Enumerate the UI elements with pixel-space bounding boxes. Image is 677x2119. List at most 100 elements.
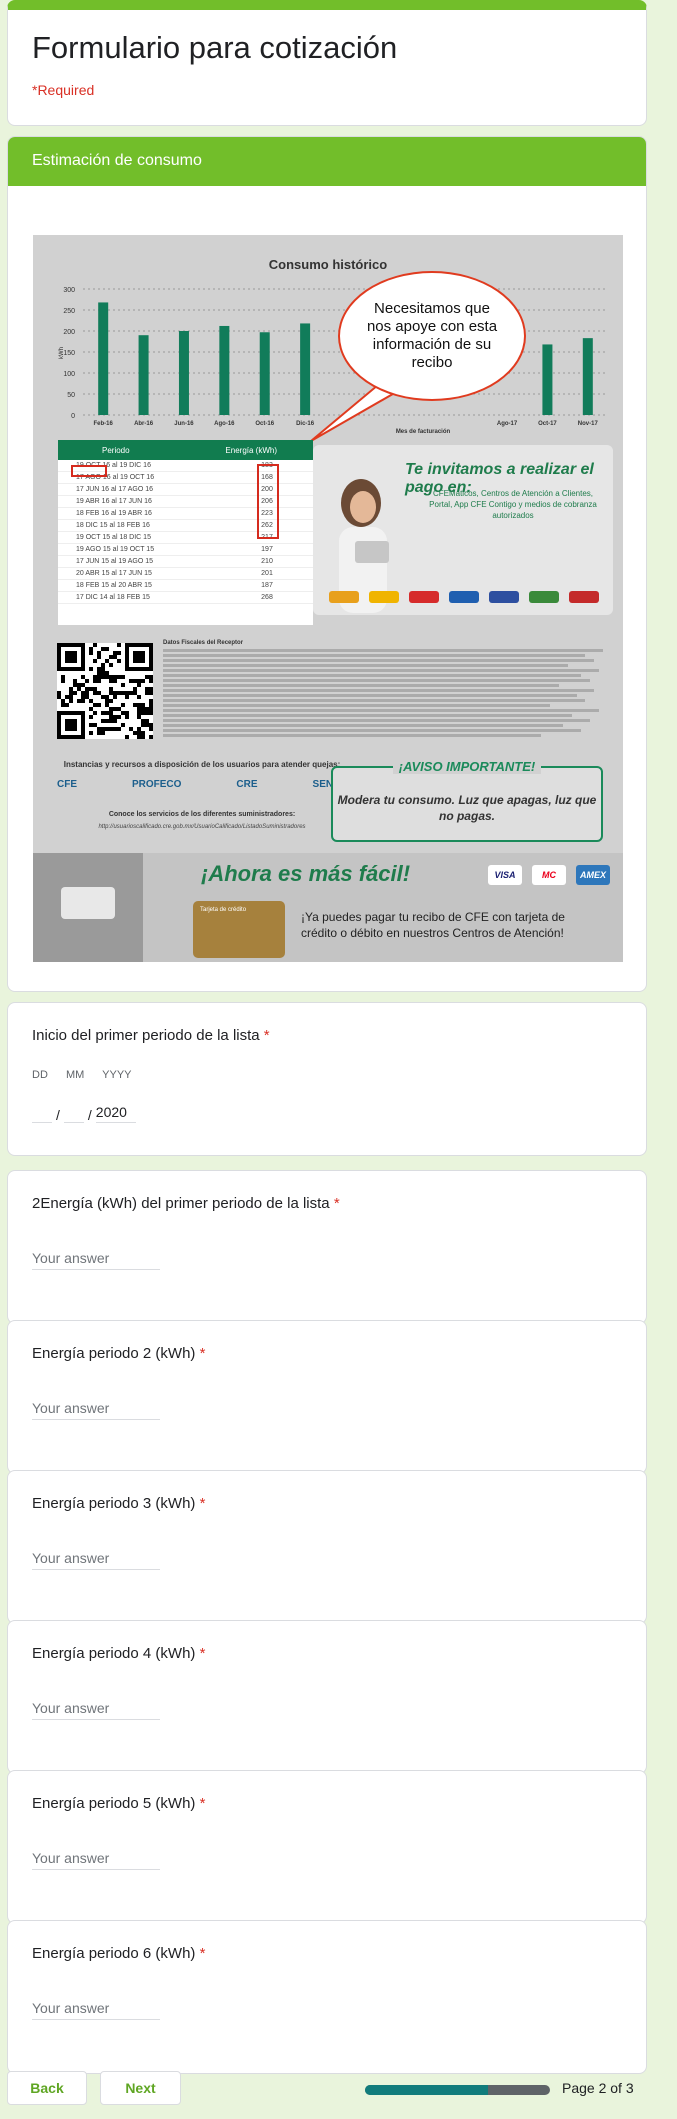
speech-bubble: Necesitamos que nos apoye con esta infor… (338, 271, 526, 401)
qr-module (81, 691, 85, 695)
qr-module (101, 711, 105, 715)
year-label: YYYY (102, 1069, 132, 1081)
energy-highlight (257, 464, 279, 539)
receipt-image: 300 250 200 150 100 50 0 kWh Feb-16 Abr-16 Jun-16 A… (33, 235, 623, 962)
fiscal-text-line (163, 684, 559, 687)
qr-module (145, 711, 149, 715)
next-button[interactable]: Next (100, 2071, 181, 2105)
qr-module (121, 675, 125, 679)
question-title-text: Inicio del primer periodo de la lista (32, 1027, 260, 1044)
qr-module (137, 735, 141, 739)
qr-module (113, 719, 117, 723)
form-header-card: Formulario para cotización *Required (7, 0, 647, 126)
qr-module (65, 703, 69, 707)
qr-module (113, 695, 117, 699)
qr-module (137, 727, 141, 731)
fiscal-text-line (163, 694, 577, 697)
period-cell: 17 DIC 14 al 18 FEB 15 (76, 594, 150, 601)
question-title: 2Energía (kWh) del primer periodo de la … (32, 1195, 340, 1212)
qr-module (109, 707, 113, 711)
section-title: Estimación de consumo (8, 137, 646, 186)
question-card-energy-6: Energía periodo 6 (kWh) * Your answer (7, 1920, 647, 2074)
required-star: * (199, 1345, 206, 1362)
qr-module (137, 731, 141, 735)
answer-input[interactable]: Your answer (32, 1544, 160, 1570)
period-cell: 18 FEB 15 al 20 ABR 15 (76, 582, 152, 589)
qr-module (109, 687, 113, 691)
fiscal-text-line (163, 649, 603, 652)
qr-module (109, 675, 113, 679)
progress-bar (365, 2085, 550, 2095)
day-field[interactable] (32, 1103, 52, 1123)
qr-module (105, 675, 109, 679)
year-field[interactable]: 2020 (95, 1104, 136, 1123)
qr-module (101, 675, 105, 679)
qr-module (105, 699, 109, 703)
periods-table: Periodo Energía (kWh) 19 OCT 16 al 19 DI… (58, 440, 313, 625)
date-separator: / (56, 1107, 60, 1123)
month-label: MM (65, 1069, 85, 1081)
required-star: * (199, 1645, 206, 1662)
qr-module (89, 699, 93, 703)
answer-input[interactable]: Your answer (32, 1694, 160, 1720)
speech-bubble-tail (310, 383, 409, 442)
institutions-title: Instancias y recursos a disposición de l… (63, 760, 341, 769)
qr-module (101, 719, 105, 723)
qr-module (69, 695, 73, 699)
qr-module (109, 711, 113, 715)
period-column-header: Periodo (102, 446, 130, 455)
qr-module (105, 711, 109, 715)
qr-module (121, 683, 125, 687)
date-separator: / (87, 1107, 92, 1123)
qr-module (141, 703, 145, 707)
back-button[interactable]: Back (7, 2071, 87, 2105)
form-title: Formulario para cotización (32, 30, 398, 65)
qr-module (145, 719, 149, 723)
qr-module (97, 675, 101, 679)
qr-module (125, 711, 129, 715)
answer-input[interactable]: Your answer (32, 1394, 160, 1420)
credit-card-label: Tarjeta de crédito (200, 907, 247, 913)
store-logo (569, 591, 599, 603)
qr-module (145, 691, 149, 695)
payment-subtitle: CFEMáticos, Centros de Atención a Client… (429, 489, 597, 520)
qr-module (141, 711, 145, 715)
answer-input[interactable]: Your answer (32, 1994, 160, 2020)
qr-code (57, 643, 153, 739)
qr-module (105, 727, 109, 731)
qr-module (141, 707, 145, 711)
qr-module (137, 683, 141, 687)
qr-module (101, 727, 105, 731)
qr-module (89, 667, 93, 671)
answer-input[interactable]: Your answer (32, 1844, 160, 1870)
qr-module (101, 671, 105, 675)
qr-module (141, 719, 145, 723)
qr-module (57, 695, 61, 699)
qr-module (93, 679, 97, 683)
qr-module (149, 691, 153, 695)
qr-module (101, 731, 105, 735)
fiscal-text-line (163, 659, 595, 662)
period-cell: 18 FEB 16 al 19 ABR 16 (76, 510, 152, 517)
card-brands: VISA MC AMEX (488, 865, 610, 885)
required-star: * (263, 1027, 270, 1044)
qr-module (93, 703, 97, 707)
pay-card-text: ¡Ya puedes pagar tu recibo de CFE con ta… (301, 910, 565, 941)
fiscal-data: Datos Fiscales del Receptor (163, 640, 603, 739)
qr-module (113, 655, 117, 659)
qr-module (145, 675, 149, 679)
qr-module (97, 671, 101, 675)
energy-cell: 201 (261, 570, 273, 577)
qr-module (109, 655, 113, 659)
qr-module (149, 727, 153, 731)
qr-module (129, 691, 133, 695)
answer-input[interactable]: Your answer (32, 1244, 160, 1270)
qr-module (105, 719, 109, 723)
store-logo (529, 591, 559, 603)
fiscal-text-line (163, 689, 595, 692)
question-title-text: Energía periodo 3 (kWh) (32, 1495, 196, 1512)
qr-module (57, 691, 61, 695)
qr-module (101, 647, 105, 651)
qr-module (65, 695, 69, 699)
month-field[interactable] (63, 1103, 84, 1123)
